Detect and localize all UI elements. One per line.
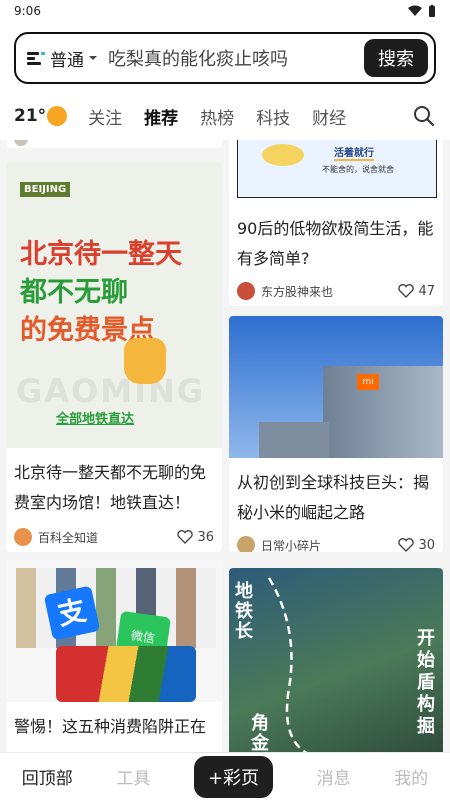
channel-tabs: 21° 关注 推荐 热榜 科技 财经 <box>0 96 450 136</box>
card-meta: 东方股神来也 47 <box>237 282 435 300</box>
header: 普通 吃梨真的能化痰止咳吗 搜索 21° 关注 推荐 热榜 科技 财经 <box>0 22 450 140</box>
tab-tech[interactable]: 科技 <box>256 104 290 129</box>
card-image: BEIJING 北京待一整天 都不无聊 的免费景点 GAOMING 全部地铁直达 <box>6 162 222 448</box>
tab-trending[interactable]: 热榜 <box>200 104 234 129</box>
feed-card[interactable]: 活着就行 不能舍的，说舍就舍 90后的低物欲极简生活，能有多简单? 东方股神来也… <box>229 140 443 306</box>
search-bar[interactable]: 普通 吃梨真的能化痰止咳吗 搜索 <box>14 32 436 84</box>
image-frame: 活着就行 不能舍的，说舍就舍 <box>237 140 437 198</box>
like-button[interactable]: 47 <box>398 284 435 299</box>
content-feed[interactable]: BEIJING 北京待一整天 都不无聊 的免费景点 GAOMING 全部地铁直达… <box>0 140 450 752</box>
heart-icon <box>398 284 415 298</box>
image-label: 不能舍的，说舍就舍 <box>322 165 394 174</box>
profile-tab[interactable]: 我的 <box>394 764 428 789</box>
like-count: 36 <box>197 529 214 545</box>
heart-icon <box>177 530 194 544</box>
like-count: 47 <box>418 283 435 299</box>
battery-icon <box>429 4 435 17</box>
bottom-nav: 回顶部 工具 +彩页 消息 我的 <box>0 752 450 800</box>
building <box>259 422 329 458</box>
feed-card[interactable]: 地铁长 开始盾构掘 角金舟 <box>229 568 443 752</box>
card-image: 地铁长 开始盾构掘 角金舟 <box>229 568 443 752</box>
card-meta: 日常小碎片 30 <box>237 536 435 552</box>
card-title: 90后的低物欲极简生活，能有多简单? <box>237 219 434 268</box>
image-text: 都不无聊 <box>20 277 128 308</box>
bank-cards <box>56 646 196 702</box>
like-count: 30 <box>418 537 435 553</box>
search-scope-label: 普通 <box>50 50 84 71</box>
card-title: 警惕！这五种消费陷阱正在 <box>14 717 207 736</box>
messages-tab[interactable]: 消息 <box>317 764 351 789</box>
card-meta: 百科全知道 36 <box>14 528 214 546</box>
avatar <box>237 536 255 552</box>
image-label: 活着就行 <box>334 144 374 161</box>
heart-icon <box>398 538 415 552</box>
search-button[interactable]: 搜索 <box>364 39 428 77</box>
image-footer: 全部地铁直达 <box>56 412 135 427</box>
route-line <box>267 577 308 752</box>
chevron-down-icon <box>89 56 97 60</box>
status-bar: 9:06 <box>0 0 450 22</box>
xiaomi-logo-icon: mi <box>357 374 379 390</box>
tab-recommend[interactable]: 推荐 <box>144 104 178 129</box>
card-image: 活着就行 不能舍的，说舍就舍 <box>229 140 443 204</box>
tab-follow[interactable]: 关注 <box>88 104 122 129</box>
card-title: 从初创到全球科技巨头：揭秘小米的崛起之路 <box>237 473 430 522</box>
search-scope-dropdown[interactable]: 普通 <box>26 46 98 71</box>
omelette-icon <box>262 144 304 166</box>
tools-tab[interactable]: 工具 <box>116 764 150 789</box>
like-button[interactable]: 36 <box>177 530 214 545</box>
feed-card[interactable]: 支 微信 警惕！这五种消费陷阱正在 <box>6 560 222 752</box>
card-image: mi <box>229 316 443 458</box>
image-tag: BEIJING <box>20 182 71 197</box>
back-to-top-button[interactable]: 回顶部 <box>22 764 73 789</box>
app-logo-icon <box>27 52 45 65</box>
avatar <box>14 528 32 546</box>
caiye-button[interactable]: +彩页 <box>193 755 274 798</box>
building <box>323 366 443 458</box>
like-button[interactable]: 30 <box>398 537 435 553</box>
alipay-icon: 支 <box>43 585 101 641</box>
card-title: 北京待一整天都不无聊的免费室内场馆！地铁直达！ <box>14 463 207 512</box>
author-name[interactable]: 百科全知道 <box>38 529 98 546</box>
weather-temp: 21° <box>14 106 47 126</box>
wifi-icon <box>408 5 422 16</box>
feed-card[interactable]: mi 从初创到全球科技巨头：揭秘小米的崛起之路 日常小碎片 30 <box>229 316 443 552</box>
card-image: 支 微信 <box>6 560 222 702</box>
thumbs-up-icon <box>124 338 166 384</box>
status-time: 9:06 <box>14 4 41 18</box>
search-input[interactable]: 吃梨真的能化痰止咳吗 <box>108 45 364 71</box>
author-name[interactable]: 东方股神来也 <box>261 283 333 300</box>
image-watermark: GAOMING <box>16 372 206 410</box>
feed-card[interactable]: BEIJING 北京待一整天 都不无聊 的免费景点 GAOMING 全部地铁直达… <box>6 162 222 552</box>
tab-finance[interactable]: 财经 <box>312 104 346 129</box>
search-icon[interactable] <box>412 104 436 128</box>
sun-icon <box>47 106 68 126</box>
avatar <box>14 140 28 146</box>
author-name[interactable]: 日常小碎片 <box>261 537 321 553</box>
card-partial-top[interactable] <box>6 140 222 148</box>
image-text: 北京待一整天 <box>20 239 182 270</box>
weather-widget[interactable]: 21° <box>14 106 68 126</box>
avatar <box>237 282 255 300</box>
